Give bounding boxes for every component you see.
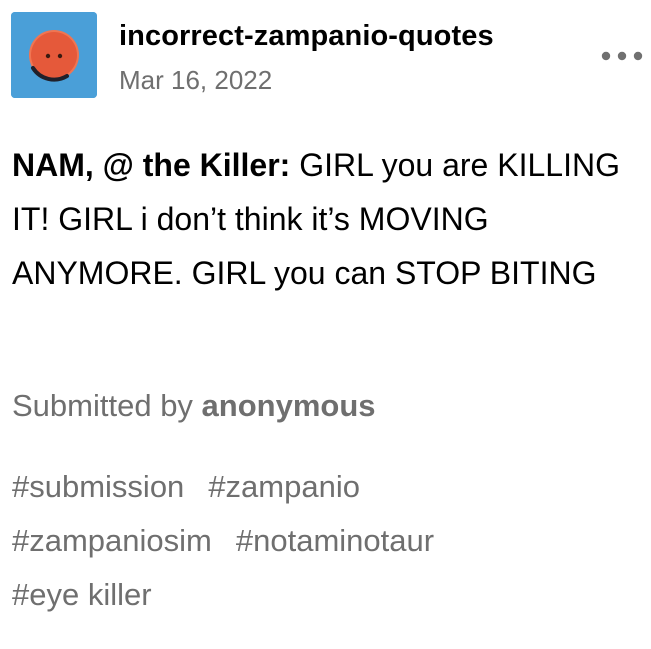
submitted-by-label: Submitted by xyxy=(12,388,202,423)
tag-notaminotaur[interactable]: #notaminotaur xyxy=(236,514,434,568)
tag-row: #submission #zampanio xyxy=(12,460,632,514)
post-date[interactable]: Mar 16, 2022 xyxy=(119,65,272,96)
blog-avatar[interactable] xyxy=(11,12,97,98)
tag-row: #zampaniosim #notaminotaur xyxy=(12,514,632,568)
tag-zampanio[interactable]: #zampanio xyxy=(208,460,360,514)
blog-name-link[interactable]: incorrect-zampanio-quotes xyxy=(119,20,494,53)
submission-credit: Submitted by anonymous xyxy=(12,388,376,424)
more-options-icon xyxy=(601,51,643,61)
more-options-button[interactable] xyxy=(599,46,645,66)
tag-list: #submission #zampanio #zampaniosim #notami… xyxy=(12,460,632,622)
post-card: incorrect-zampanio-quotes Mar 16, 2022 N… xyxy=(0,0,651,649)
quote-speaker: NAM, @ the Killer: xyxy=(12,147,291,183)
post-header: incorrect-zampanio-quotes Mar 16, 2022 xyxy=(11,10,651,100)
tag-zampaniosim[interactable]: #zampaniosim xyxy=(12,514,212,568)
orange-face-avatar-icon xyxy=(11,12,97,98)
quote-body: NAM, @ the Killer: GIRL you are KILLING … xyxy=(12,138,632,300)
tag-row: #eye killer xyxy=(12,568,632,622)
tag-submission[interactable]: #submission xyxy=(12,460,184,514)
tag-eye-killer[interactable]: #eye killer xyxy=(12,568,152,622)
submitter-name: anonymous xyxy=(201,388,376,423)
